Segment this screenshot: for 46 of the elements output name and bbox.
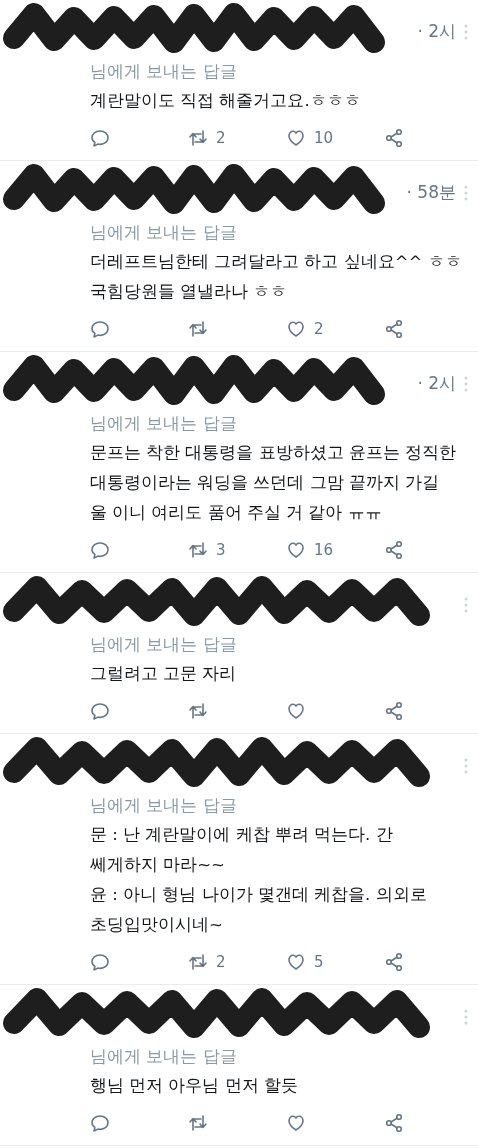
retweet-count: 2: [216, 127, 226, 149]
reply-to-label: 님에게 보내는 답글: [90, 412, 238, 435]
reply-icon[interactable]: [90, 952, 110, 972]
heart-icon[interactable]: [286, 1113, 306, 1133]
like-count: 16: [314, 539, 334, 561]
retweet-count: 2: [216, 951, 226, 973]
retweet-icon[interactable]: [188, 540, 208, 560]
retweet-icon[interactable]: [188, 952, 208, 972]
reply-icon[interactable]: [90, 128, 110, 148]
share-icon[interactable]: [384, 1113, 404, 1133]
share-icon[interactable]: [384, 701, 404, 721]
like-count: 5: [314, 951, 324, 973]
reply-to-label: 님에게 보내는 답글: [90, 221, 238, 244]
tweet-time: · 58분: [406, 181, 456, 205]
tweet-text: 문 : 난 계란말이에 케찹 뿌려 먹는다. 간 쎄게하지 마라~~ 윤 : 아니 형님 나이가 몇갠데 케찹을. 의외로 초딩입맛이시네~: [90, 824, 428, 936]
reply-to-label: 님에게 보내는 답글: [90, 60, 238, 83]
share-icon[interactable]: [384, 319, 404, 339]
tweet-time: · 2시: [417, 20, 456, 44]
reply-icon[interactable]: [90, 1113, 110, 1133]
heart-icon[interactable]: [286, 952, 306, 972]
reply-to-label: 님에게 보내는 답글: [90, 1045, 238, 1068]
reply-to-label: 님에게 보내는 답글: [90, 794, 238, 817]
retweet-icon[interactable]: [188, 701, 208, 721]
share-icon[interactable]: [384, 128, 404, 148]
tweet-text: 문프는 착한 대통령을 표방하셨고 윤프는 정직한 대통령이라는 워딩을 쓰던데 그맘 끝까지 가길 울 이니 여리도 품어 주실 거 같아 ㅠㅠ: [90, 442, 458, 524]
heart-icon[interactable]: [286, 128, 306, 148]
like-count: 2: [314, 318, 324, 340]
heart-icon[interactable]: [286, 701, 306, 721]
share-icon[interactable]: [384, 540, 404, 560]
reply-icon[interactable]: [90, 701, 110, 721]
tweet-text: 행님 먼저 아우님 먼저 할듯: [90, 1075, 299, 1097]
tweet-text: 그럴려고 고문 자리: [90, 663, 238, 685]
tweet-time: · 2시: [417, 372, 456, 396]
tweet-text: 계란말이도 직접 해줄거고요.ㅎㅎㅎ: [90, 90, 362, 112]
retweet-icon[interactable]: [188, 319, 208, 339]
heart-icon[interactable]: [286, 319, 306, 339]
heart-icon[interactable]: [286, 540, 306, 560]
share-icon[interactable]: [384, 952, 404, 972]
reply-to-label: 님에게 보내는 답글: [90, 633, 238, 656]
like-count: 10: [314, 127, 334, 149]
retweet-icon[interactable]: [188, 1113, 208, 1133]
reply-icon[interactable]: [90, 540, 110, 560]
tweet-text: 더레프트님한테 그려달라고 하고 싶네요^^ ㅎㅎ 국힘당원들 열낼라나 ㅎㅎ: [90, 251, 463, 303]
reply-icon[interactable]: [90, 319, 110, 339]
retweet-icon[interactable]: [188, 128, 208, 148]
retweet-count: 3: [216, 539, 226, 561]
